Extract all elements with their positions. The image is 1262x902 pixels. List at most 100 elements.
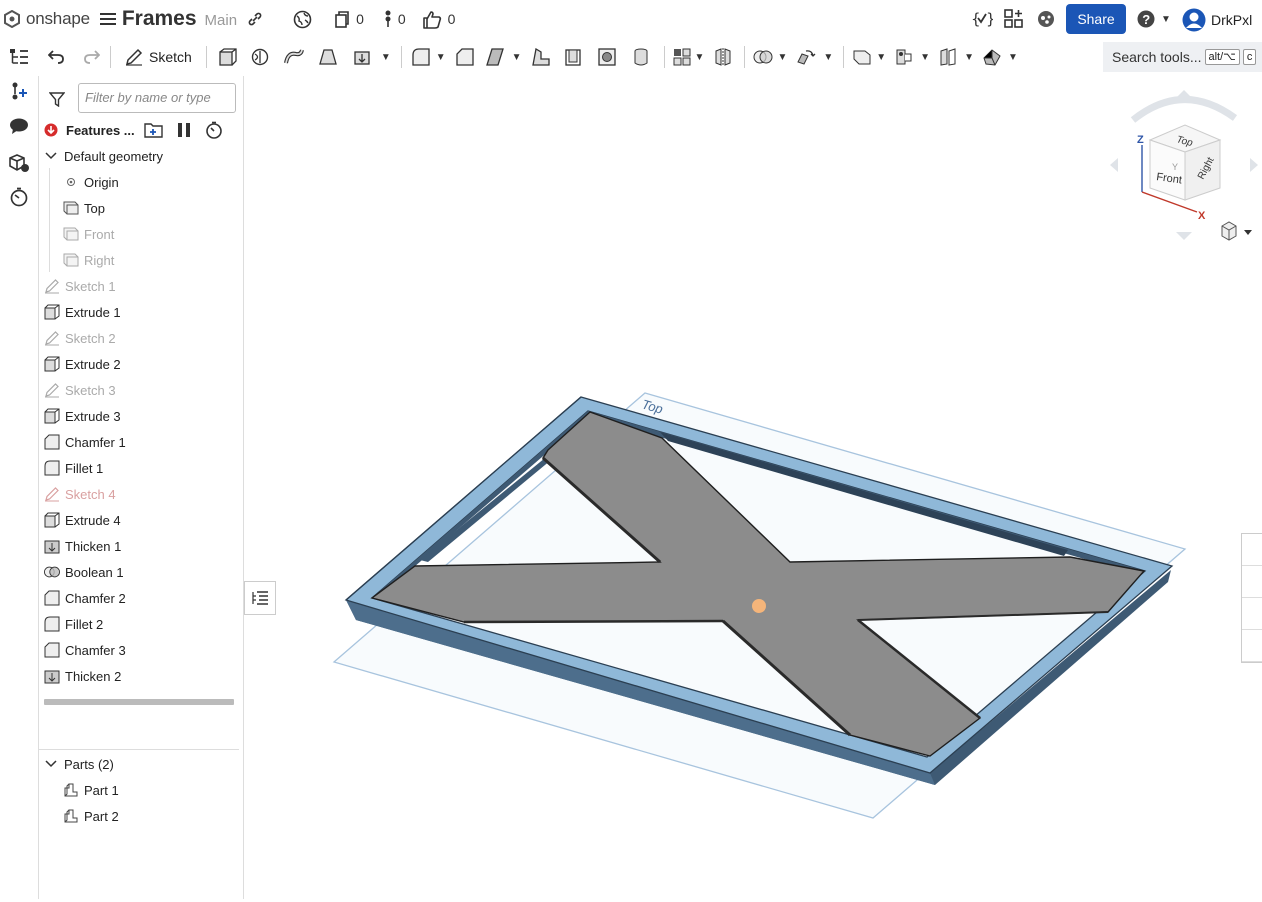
hole-tool-icon[interactable] bbox=[590, 43, 624, 71]
plane-tool-icon[interactable] bbox=[850, 43, 874, 71]
chevron-down-icon[interactable]: ▼ bbox=[777, 52, 787, 63]
arrow-up-icon[interactable] bbox=[1176, 90, 1192, 98]
feature-item[interactable]: Sketch 3 bbox=[44, 379, 116, 401]
named-views-icon[interactable] bbox=[1242, 598, 1262, 630]
feature-item[interactable]: Sketch 1 bbox=[44, 275, 116, 297]
chevron-down-icon[interactable] bbox=[43, 148, 59, 164]
pause-icon[interactable] bbox=[177, 122, 191, 138]
feature-item[interactable]: Thicken 2 bbox=[44, 665, 121, 687]
fillet-tool-icon[interactable] bbox=[408, 43, 434, 71]
sweep-tool-icon[interactable] bbox=[277, 43, 311, 71]
chevron-down-icon[interactable]: ▼ bbox=[512, 52, 522, 63]
feature-item[interactable]: Boolean 1 bbox=[44, 561, 124, 583]
revolve-tool-icon[interactable] bbox=[243, 43, 277, 71]
chamfer-tool-icon[interactable] bbox=[450, 43, 480, 71]
thicken-tool-icon[interactable] bbox=[345, 43, 379, 71]
right-side-toolbar[interactable] bbox=[1241, 533, 1262, 663]
parts-group[interactable]: Parts (2) bbox=[43, 753, 114, 775]
geometry-item-origin[interactable]: Origin bbox=[63, 171, 119, 193]
feature-list-icon[interactable] bbox=[8, 46, 30, 68]
versions-button[interactable]: 0 bbox=[334, 10, 364, 28]
arrow-down-icon[interactable] bbox=[1176, 232, 1192, 240]
view-cube[interactable]: Top Front Right Z X Y bbox=[1108, 88, 1262, 248]
shell-tool-icon[interactable] bbox=[556, 43, 590, 71]
feature-item[interactable]: Extrude 1 bbox=[44, 301, 121, 323]
insert-feature-icon[interactable] bbox=[8, 80, 30, 102]
section-view-icon[interactable] bbox=[1242, 566, 1262, 598]
transform-tool-icon[interactable] bbox=[791, 43, 821, 71]
branches-button[interactable]: 0 bbox=[384, 10, 406, 28]
chevron-down-icon[interactable]: ▼ bbox=[964, 52, 974, 63]
hamburger-menu-icon[interactable] bbox=[99, 10, 116, 28]
chevron-down-icon[interactable]: ▼ bbox=[695, 52, 705, 63]
link-icon[interactable] bbox=[247, 11, 263, 27]
loft-tool-icon[interactable] bbox=[311, 43, 345, 71]
rib-tool-icon[interactable] bbox=[526, 43, 556, 71]
rollback-icon[interactable] bbox=[44, 123, 58, 137]
chevron-down-icon[interactable]: ▼ bbox=[381, 52, 391, 63]
onshape-logo[interactable]: onshape bbox=[4, 9, 90, 29]
help-button[interactable]: ? ▼ bbox=[1137, 10, 1171, 28]
redo-icon[interactable] bbox=[82, 43, 102, 71]
variables-icon[interactable]: {} bbox=[971, 9, 993, 29]
share-button[interactable]: Share bbox=[1066, 4, 1126, 34]
feature-item[interactable]: Sketch 4 bbox=[44, 483, 116, 505]
chevron-down-icon[interactable]: ▼ bbox=[823, 52, 833, 63]
history-stopwatch-icon[interactable] bbox=[8, 186, 30, 208]
feature-item[interactable]: Chamfer 3 bbox=[44, 639, 126, 661]
filter-icon[interactable] bbox=[49, 91, 65, 107]
filter-input[interactable]: Filter by name or type bbox=[78, 83, 236, 113]
part-item[interactable]: Part 2 bbox=[63, 805, 119, 827]
user-menu[interactable]: DrkPxl bbox=[1182, 8, 1252, 32]
view-options-dropdown[interactable] bbox=[1221, 221, 1252, 241]
feature-item[interactable]: Thicken 1 bbox=[44, 535, 121, 557]
rotate-arc-top[interactable] bbox=[1130, 96, 1238, 123]
draft-tool-icon[interactable] bbox=[480, 43, 510, 71]
geometry-item-top[interactable]: Top bbox=[63, 197, 105, 219]
feature-item[interactable]: Chamfer 1 bbox=[44, 431, 126, 453]
app-store-icon[interactable] bbox=[1004, 9, 1024, 29]
arrow-right-icon[interactable] bbox=[1250, 158, 1258, 172]
extrude-tool-icon[interactable] bbox=[213, 43, 243, 71]
undo-icon[interactable] bbox=[46, 43, 66, 71]
search-tools-button[interactable]: Search tools... alt/⌥ c bbox=[1103, 42, 1262, 72]
branch-name[interactable]: Main bbox=[205, 12, 238, 29]
sheet-metal-tool-icon[interactable] bbox=[890, 43, 918, 71]
stopwatch-icon[interactable] bbox=[205, 121, 223, 139]
feature-item[interactable]: Chamfer 2 bbox=[44, 587, 126, 609]
chevron-down-icon[interactable]: ▼ bbox=[436, 52, 446, 63]
panel-scrollbar[interactable] bbox=[44, 699, 234, 705]
new-folder-icon[interactable] bbox=[144, 121, 164, 139]
parts-cube-icon[interactable] bbox=[8, 152, 30, 174]
sketch-button[interactable]: Sketch bbox=[117, 43, 200, 71]
chevron-down-icon[interactable] bbox=[43, 756, 59, 772]
geometry-item-right[interactable]: Right bbox=[63, 249, 114, 271]
feature-item[interactable]: Sketch 2 bbox=[44, 327, 116, 349]
default-geometry-group[interactable]: Default geometry bbox=[43, 145, 163, 167]
feature-item[interactable]: Extrude 4 bbox=[44, 509, 121, 531]
surface-tool-icon[interactable] bbox=[934, 43, 962, 71]
learning-center-icon[interactable] bbox=[1037, 10, 1055, 28]
geometry-item-front[interactable]: Front bbox=[63, 223, 114, 245]
comments-icon[interactable] bbox=[8, 115, 30, 137]
3d-viewport[interactable]: Top Top Front Right Z X Y bbox=[244, 76, 1262, 899]
globe-icon[interactable] bbox=[293, 10, 312, 29]
chevron-down-icon[interactable]: ▼ bbox=[876, 52, 886, 63]
boolean-tool-icon[interactable] bbox=[751, 43, 775, 71]
part-item[interactable]: Part 1 bbox=[63, 779, 119, 801]
chevron-down-icon[interactable]: ▼ bbox=[1008, 52, 1018, 63]
feature-item[interactable]: Fillet 1 bbox=[44, 457, 103, 479]
like-button[interactable]: 0 bbox=[422, 10, 455, 29]
appearance-icon[interactable] bbox=[1242, 534, 1262, 566]
arrow-left-icon[interactable] bbox=[1110, 158, 1118, 172]
mirror-tool-icon[interactable] bbox=[708, 43, 738, 71]
pattern-tool-icon[interactable] bbox=[671, 43, 693, 71]
feature-item[interactable]: Extrude 2 bbox=[44, 353, 121, 375]
feature-item[interactable]: Fillet 2 bbox=[44, 613, 103, 635]
center-point[interactable] bbox=[752, 599, 766, 613]
document-title[interactable]: Frames bbox=[122, 7, 197, 31]
measure-tool-icon[interactable] bbox=[978, 43, 1006, 71]
render-mode-icon[interactable] bbox=[1242, 630, 1262, 662]
chevron-down-icon[interactable]: ▼ bbox=[920, 52, 930, 63]
feature-item[interactable]: Extrude 3 bbox=[44, 405, 121, 427]
